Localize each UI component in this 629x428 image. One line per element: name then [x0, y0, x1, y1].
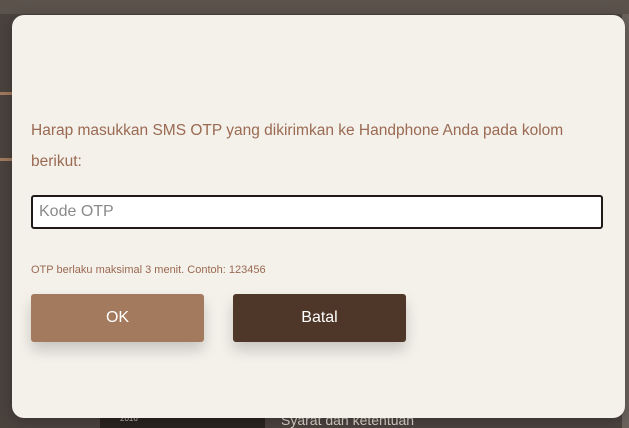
ok-button[interactable]: OK [31, 294, 204, 342]
otp-code-input[interactable] [31, 195, 603, 229]
otp-prompt-text: Harap masukkan SMS OTP yang dikirimkan k… [31, 122, 564, 170]
otp-dialog: Harap masukkan SMS OTP yang dikirimkan k… [12, 15, 625, 418]
background-topbar [0, 0, 629, 14]
otp-hint-text: OTP berlaku maksimal 3 menit. Contoh: 12… [31, 264, 266, 276]
cancel-button[interactable]: Batal [233, 294, 406, 342]
